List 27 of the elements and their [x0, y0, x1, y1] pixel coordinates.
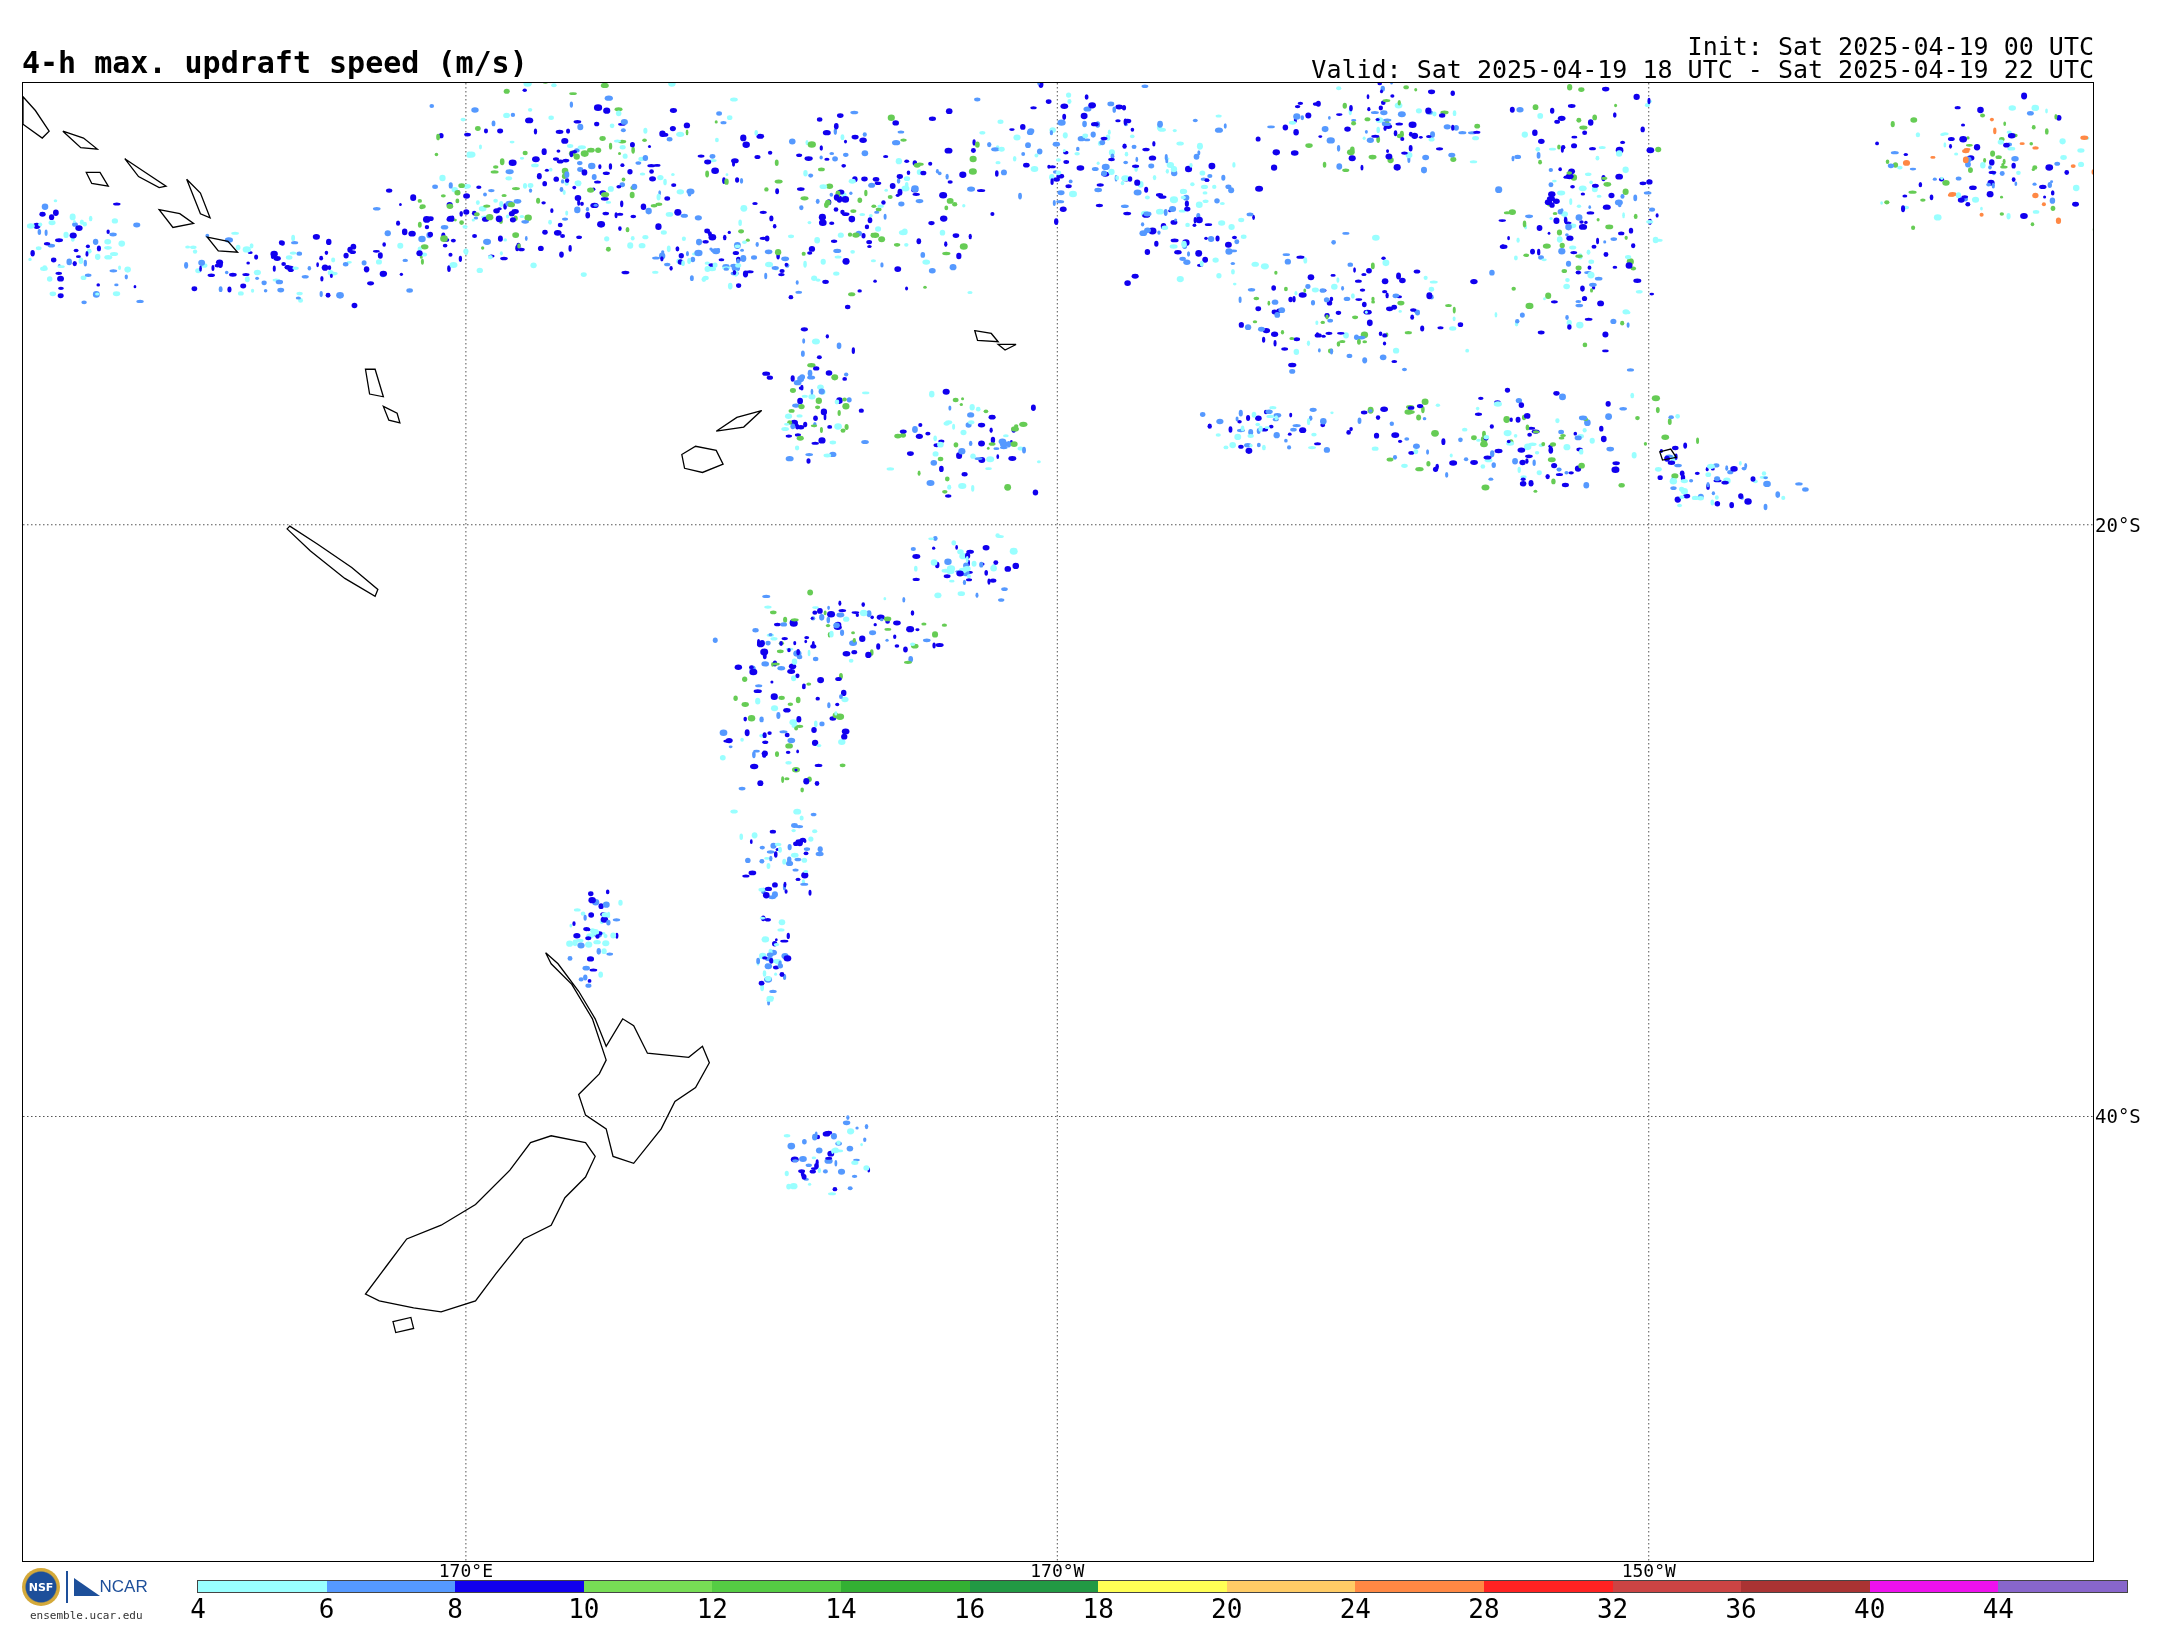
latitude-label: 20°S	[2095, 514, 2141, 535]
longitude-label: 150°W	[1621, 1562, 1676, 1579]
scale-label: 12	[696, 1595, 729, 1623]
scale-label: 32	[1596, 1595, 1629, 1623]
valid-time: Valid: Sat 2025-04-19 18 UTC - Sat 2025-04-19 22 UTC	[1311, 58, 2094, 81]
scale-label: 44	[1982, 1595, 2014, 1623]
scale-label: 28	[1468, 1595, 1500, 1623]
ncar-logo-icon	[73, 1578, 100, 1596]
scale-label: 36	[1725, 1595, 1757, 1623]
nsf-logo: NSF	[22, 1568, 60, 1606]
plot-title: 4-h max. updraft speed (m/s)	[22, 46, 528, 80]
latitude-label: 40°S	[2095, 1106, 2141, 1127]
scale-label: 18	[1082, 1595, 1114, 1623]
scale-label: 40	[1854, 1595, 1886, 1623]
scale-label: 14	[825, 1595, 857, 1623]
init-time: Init: Sat 2025-04-19 00 UTC	[1687, 35, 2094, 58]
ncar-logo-text: NCAR	[99, 1578, 148, 1596]
scale-label: 6	[318, 1595, 335, 1623]
scale-label: 4	[190, 1595, 206, 1623]
scale-label: 20	[1211, 1595, 1243, 1623]
website-url: ensemble.ucar.edu	[30, 1609, 143, 1622]
scale-label: 10	[568, 1595, 600, 1623]
scale-label: 8	[447, 1595, 463, 1623]
scale-label: 24	[1339, 1595, 1371, 1623]
longitude-label: 170°E	[438, 1562, 493, 1579]
longitude-label: 170°W	[1030, 1562, 1085, 1579]
scale-label: 16	[953, 1595, 986, 1623]
